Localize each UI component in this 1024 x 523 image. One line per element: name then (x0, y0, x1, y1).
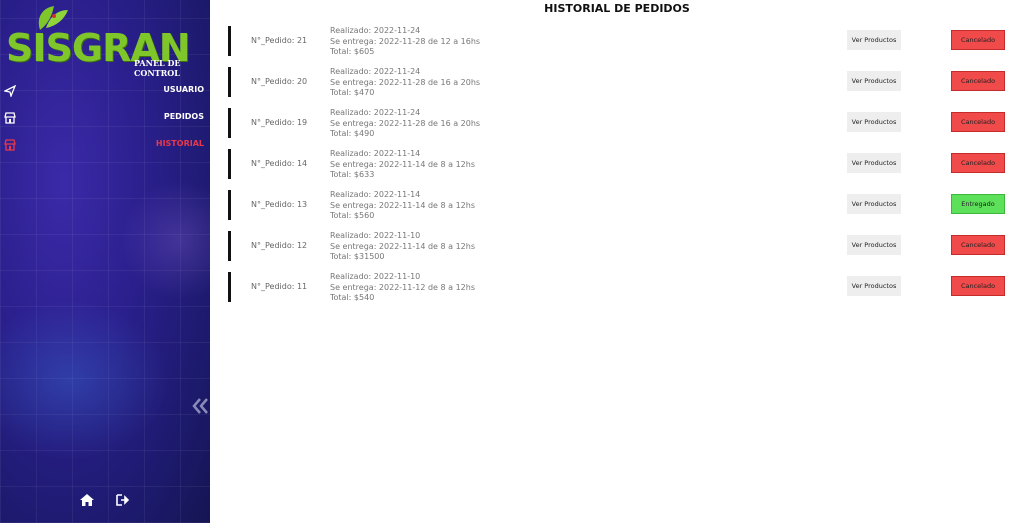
order-row: N°_Pedido: 11 Realizado: 2022-11-10 Se e… (228, 272, 1008, 306)
order-number: N°_Pedido: 11 (251, 282, 308, 291)
order-date: Realizado: 2022-11-14 (330, 149, 421, 158)
order-details: Realizado: 2022-11-10 Se entrega: 2022-1… (330, 231, 475, 263)
paper-plane-icon (4, 85, 16, 97)
order-row: N°_Pedido: 19 Realizado: 2022-11-24 Se e… (228, 108, 1008, 142)
order-details: Realizado: 2022-11-24 Se entrega: 2022-1… (330, 67, 480, 99)
view-products-button[interactable]: Ver Productos (847, 235, 901, 255)
row-marker (228, 149, 231, 179)
main-content: HISTORIAL DE PEDIDOS N°_Pedido: 21 Reali… (210, 0, 1024, 523)
row-marker (228, 231, 231, 261)
logo: SISGRAN PANEL DE CONTROL (4, 2, 210, 78)
logout-icon[interactable] (116, 494, 130, 506)
order-total: Total: $540 (330, 293, 375, 302)
order-row: N°_Pedido: 12 Realizado: 2022-11-10 Se e… (228, 231, 1008, 265)
order-row: N°_Pedido: 14 Realizado: 2022-11-14 Se e… (228, 149, 1008, 183)
order-date: Realizado: 2022-11-24 (330, 26, 421, 35)
order-details: Realizado: 2022-11-10 Se entrega: 2022-1… (330, 272, 475, 304)
order-row: N°_Pedido: 20 Realizado: 2022-11-24 Se e… (228, 67, 1008, 101)
row-marker (228, 272, 231, 302)
order-row: N°_Pedido: 13 Realizado: 2022-11-14 Se e… (228, 190, 1008, 224)
status-badge[interactable]: Cancelado (951, 235, 1005, 255)
order-total: Total: $31500 (330, 252, 385, 261)
status-badge[interactable]: Cancelado (951, 30, 1005, 50)
view-products-button[interactable]: Ver Productos (847, 153, 901, 173)
order-total: Total: $633 (330, 170, 375, 179)
order-details: Realizado: 2022-11-24 Se entrega: 2022-1… (330, 26, 480, 58)
row-marker (228, 190, 231, 220)
order-number: N°_Pedido: 20 (251, 77, 308, 86)
order-number: N°_Pedido: 12 (251, 241, 308, 250)
delivery-window: Se entrega: 2022-11-28 de 16 a 20hs (330, 118, 481, 128)
delivery-window: Se entrega: 2022-11-14 de 8 a 12hs (330, 241, 475, 251)
status-badge[interactable]: Cancelado (951, 112, 1005, 132)
order-total: Total: $490 (330, 129, 375, 138)
sidebar-item-pedidos[interactable]: PEDIDOS (0, 109, 210, 129)
sidebar-item-historial[interactable]: HISTORIAL (0, 136, 210, 156)
view-products-button[interactable]: Ver Productos (847, 30, 901, 50)
sidebar-item-label: PEDIDOS (163, 112, 204, 121)
view-products-button[interactable]: Ver Productos (847, 276, 901, 296)
order-date: Realizado: 2022-11-14 (330, 190, 421, 199)
order-date: Realizado: 2022-11-24 (330, 67, 421, 76)
page-title: HISTORIAL DE PEDIDOS (544, 2, 690, 15)
order-number: N°_Pedido: 13 (251, 200, 308, 209)
order-total: Total: $605 (330, 47, 375, 56)
order-date: Realizado: 2022-11-10 (330, 231, 421, 240)
delivery-window: Se entrega: 2022-11-12 de 8 a 12hs (330, 282, 475, 292)
order-date: Realizado: 2022-11-10 (330, 272, 421, 281)
order-number: N°_Pedido: 21 (251, 36, 308, 45)
status-badge[interactable]: Cancelado (951, 276, 1005, 296)
row-marker (228, 108, 231, 138)
background-glow (120, 180, 210, 300)
order-total: Total: $470 (330, 88, 375, 97)
status-badge[interactable]: Cancelado (951, 71, 1005, 91)
view-products-button[interactable]: Ver Productos (847, 71, 901, 91)
row-marker (228, 67, 231, 97)
double-chevron-left-icon[interactable] (191, 396, 209, 416)
order-total: Total: $560 (330, 211, 375, 220)
sidebar-item-usuario[interactable]: USUARIO (0, 82, 210, 102)
row-marker (228, 26, 231, 56)
delivery-window: Se entrega: 2022-11-14 de 8 a 12hs (330, 159, 475, 169)
order-date: Realizado: 2022-11-24 (330, 108, 421, 117)
sidebar: SISGRAN PANEL DE CONTROL USUARIO PEDIDOS… (0, 0, 210, 523)
background-glow (0, 300, 170, 460)
status-badge[interactable]: Entregado (951, 194, 1005, 214)
order-details: Realizado: 2022-11-24 Se entrega: 2022-1… (330, 108, 480, 140)
home-icon[interactable] (80, 494, 94, 506)
store-icon (4, 139, 16, 151)
view-products-button[interactable]: Ver Productos (847, 112, 901, 132)
view-products-button[interactable]: Ver Productos (847, 194, 901, 214)
logo-subtitle: PANEL DE CONTROL (134, 58, 181, 78)
delivery-window: Se entrega: 2022-11-28 de 16 a 20hs (330, 77, 481, 87)
order-details: Realizado: 2022-11-14 Se entrega: 2022-1… (330, 190, 475, 222)
order-number: N°_Pedido: 14 (251, 159, 308, 168)
delivery-window: Se entrega: 2022-11-14 de 8 a 12hs (330, 200, 475, 210)
sidebar-item-label: HISTORIAL (155, 139, 204, 148)
order-details: Realizado: 2022-11-14 Se entrega: 2022-1… (330, 149, 475, 181)
sidebar-item-label: USUARIO (163, 85, 204, 94)
order-row: N°_Pedido: 21 Realizado: 2022-11-24 Se e… (228, 26, 1008, 60)
status-badge[interactable]: Cancelado (951, 153, 1005, 173)
store-icon (4, 112, 16, 124)
order-number: N°_Pedido: 19 (251, 118, 308, 127)
delivery-window: Se entrega: 2022-11-28 de 12 a 16hs (330, 36, 481, 46)
